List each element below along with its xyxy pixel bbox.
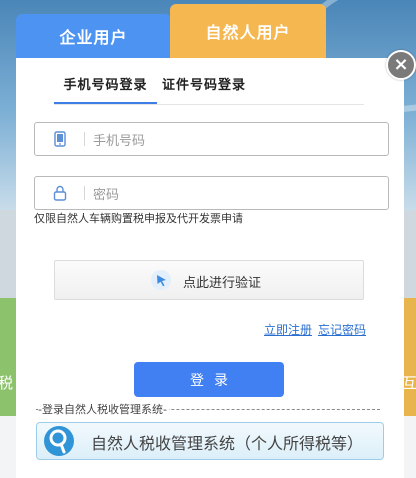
natural-person-system-button[interactable]: 自然人税收管理系统（个人所得税等） bbox=[36, 422, 384, 460]
background-tile-right-char: 互 bbox=[402, 374, 416, 392]
tab-natural-person-user[interactable]: 自然人用户 bbox=[170, 4, 326, 58]
forgot-password-link[interactable]: 忘记密码 bbox=[318, 321, 366, 338]
tab-enterprise-user[interactable]: 企业用户 bbox=[16, 14, 171, 58]
phone-icon bbox=[54, 131, 66, 147]
verify-button[interactable]: 点此进行验证 bbox=[54, 260, 364, 300]
register-link[interactable]: 立即注册 bbox=[264, 321, 312, 338]
login-method-tabs: 手机号码登录 证件号码登录 bbox=[54, 76, 364, 105]
phone-input[interactable]: 手机号码 bbox=[34, 122, 389, 156]
background-tile-left: 税 bbox=[0, 298, 16, 416]
verify-label: 点此进行验证 bbox=[183, 276, 262, 291]
phone-placeholder: 手机号码 bbox=[93, 134, 146, 149]
input-separator bbox=[84, 186, 85, 200]
login-button[interactable]: 登录 bbox=[134, 362, 284, 397]
background-tile-right: 互 bbox=[402, 298, 416, 416]
magnifier-logo-icon bbox=[44, 426, 74, 456]
input-separator bbox=[84, 132, 85, 146]
password-input[interactable]: 密码 bbox=[34, 176, 389, 210]
tab-phone-login[interactable]: 手机号码登录 bbox=[54, 76, 157, 104]
cursor-icon bbox=[151, 270, 171, 290]
tab-cert-login[interactable]: 证件号码登录 bbox=[162, 76, 272, 102]
password-placeholder: 密码 bbox=[93, 188, 120, 203]
system-divider: -登录自然人税收管理系统- bbox=[36, 401, 380, 417]
usage-note: 仅限自然人车辆购置税申报及代开发票申请 bbox=[34, 212, 243, 225]
background-tile-left-char: 税 bbox=[0, 374, 14, 392]
divider-text: -登录自然人税收管理系统- bbox=[38, 401, 169, 417]
system-button-label: 自然人税收管理系统（个人所得税等） bbox=[91, 434, 364, 453]
lock-icon bbox=[53, 185, 67, 201]
close-button[interactable]: × bbox=[386, 50, 416, 80]
close-icon: × bbox=[393, 54, 409, 75]
